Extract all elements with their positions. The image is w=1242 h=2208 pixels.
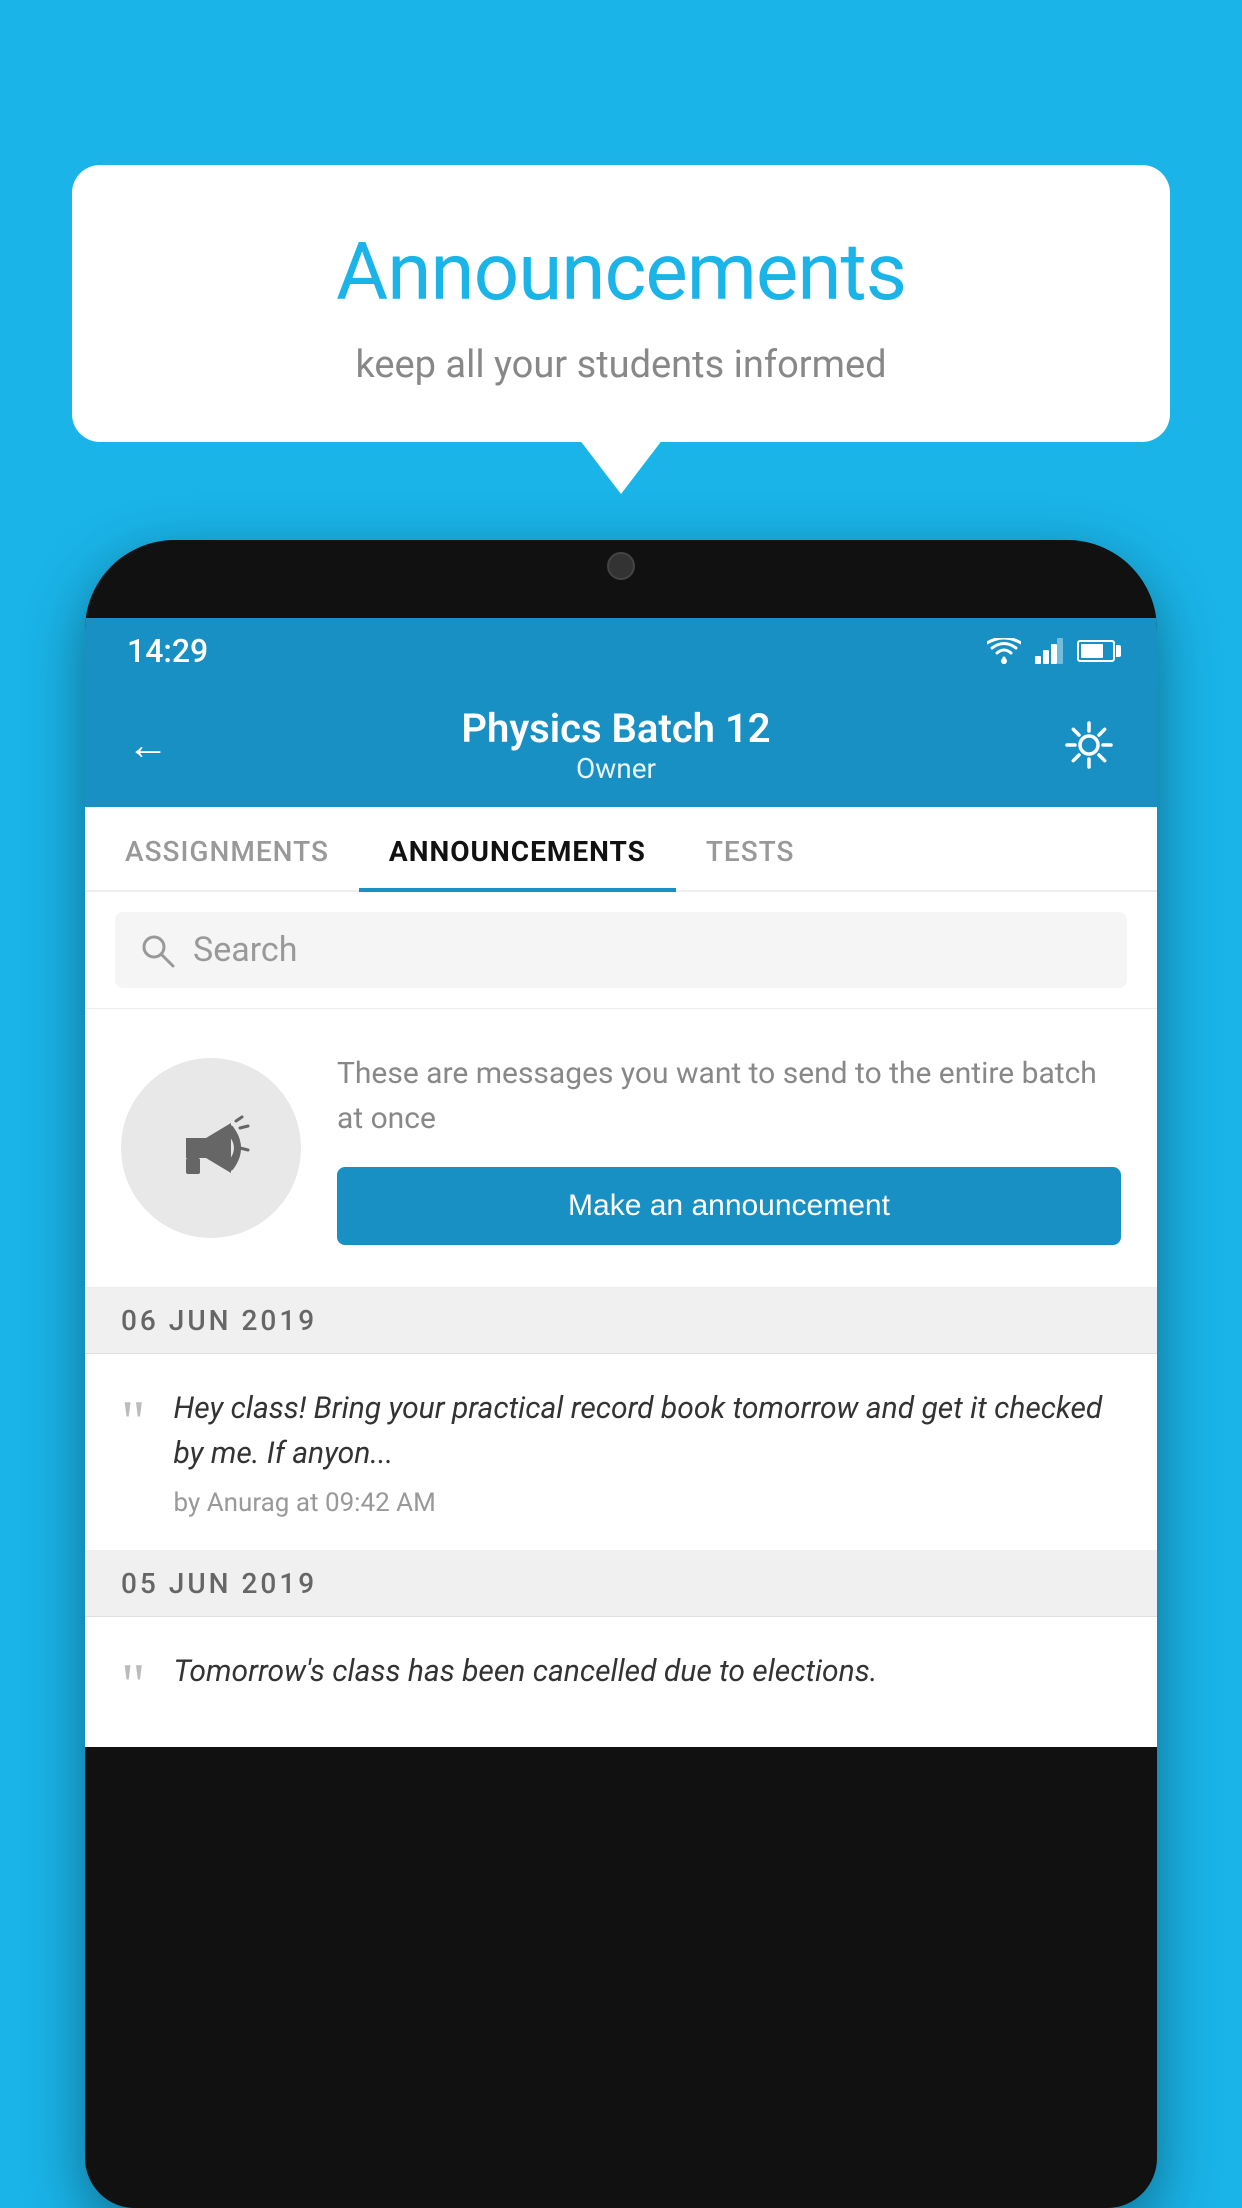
date-divider-1: 06 JUN 2019 [85,1288,1157,1354]
phone-camera [607,552,635,580]
settings-icon[interactable] [1063,719,1115,771]
announcement-content-1: Hey class! Bring your practical record b… [174,1386,1122,1518]
phone-notch [541,540,701,592]
announcements-subtitle: keep all your students informed [132,343,1110,387]
quote-icon-2: " [121,1649,146,1715]
batch-subtitle: Owner [461,752,770,785]
search-icon [139,932,175,968]
prompt-right: These are messages you want to send to t… [337,1051,1121,1245]
speech-bubble: Announcements keep all your students inf… [72,165,1170,442]
tab-assignments[interactable]: ASSIGNMENTS [95,807,359,890]
back-button[interactable]: ← [127,721,169,770]
tab-tests[interactable]: TESTS [676,807,825,890]
make-announcement-button[interactable]: Make an announcement [337,1167,1121,1245]
search-placeholder: Search [193,930,297,970]
status-bar: 14:29 [85,618,1157,683]
search-input-wrapper[interactable]: Search [115,912,1127,988]
top-bar: ← Physics Batch 12 Owner [85,683,1157,807]
status-time: 14:29 [127,632,208,670]
top-bar-center: Physics Batch 12 Owner [461,705,770,785]
app-content: ← Physics Batch 12 Owner ASSIGNMENTS ANN… [85,683,1157,1747]
speech-bubble-container: Announcements keep all your students inf… [72,165,1170,442]
megaphone-icon [166,1103,256,1193]
announcement-item-2: " Tomorrow's class has been cancelled du… [85,1617,1157,1747]
signal-icon [1035,638,1063,664]
announcement-item-1: " Hey class! Bring your practical record… [85,1354,1157,1551]
battery-icon [1077,640,1115,662]
search-bar: Search [85,892,1157,1009]
date-divider-2: 05 JUN 2019 [85,1551,1157,1617]
announcement-text-1: Hey class! Bring your practical record b… [174,1386,1122,1476]
wifi-icon [987,638,1021,664]
phone-notch-area [85,540,1157,618]
phone-frame: 14:29 ← Physics Batch 12 Owner [85,540,1157,2208]
announcement-prompt: These are messages you want to send to t… [85,1009,1157,1288]
announcement-text-2: Tomorrow's class has been cancelled due … [174,1649,1122,1694]
prompt-description: These are messages you want to send to t… [337,1051,1121,1141]
status-icons [987,638,1115,664]
megaphone-circle [121,1058,301,1238]
announcement-meta-1: by Anurag at 09:42 AM [174,1488,1122,1518]
batch-title: Physics Batch 12 [461,705,770,752]
tabs-bar: ASSIGNMENTS ANNOUNCEMENTS TESTS [85,807,1157,892]
announcements-title: Announcements [132,225,1110,319]
announcement-content-2: Tomorrow's class has been cancelled due … [174,1649,1122,1706]
tab-announcements[interactable]: ANNOUNCEMENTS [359,807,676,890]
quote-icon-1: " [121,1386,146,1452]
